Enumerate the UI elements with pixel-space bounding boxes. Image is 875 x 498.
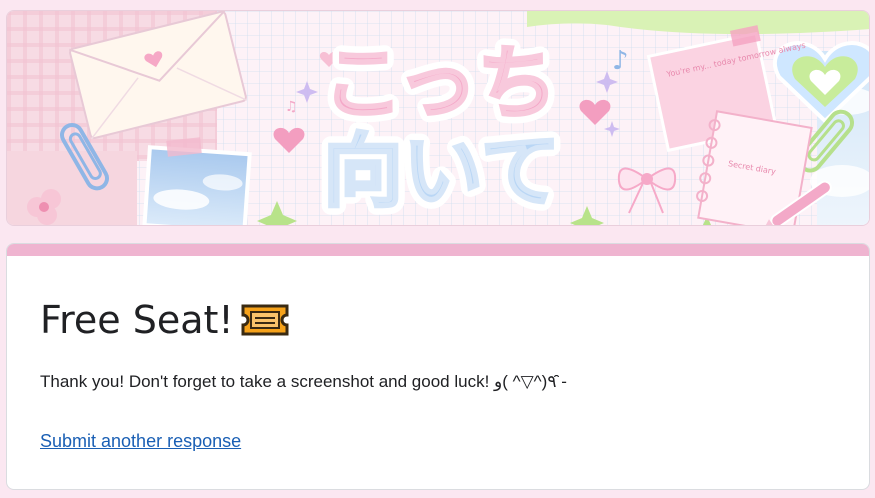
banner-title: こっち こっち 向いて 向いて	[315, 29, 569, 225]
confirmation-message: Thank you! Don't forget to take a screen…	[40, 372, 567, 391]
svg-text:こっち: こっち	[323, 37, 557, 130]
confirmation-card: Free Seat! Thank you! Don't forget to ta…	[6, 243, 870, 490]
svg-text:♫: ♫	[285, 99, 298, 115]
form-confirmation-page: You're my... today tomorrow always Secre…	[0, 0, 875, 498]
svg-text:♪: ♪	[612, 46, 629, 76]
sky-photo	[142, 145, 252, 225]
svg-text:向いて: 向いて	[323, 125, 561, 218]
header-banner: You're my... today tomorrow always Secre…	[6, 10, 870, 226]
page-title: Free Seat!	[40, 296, 290, 344]
ticket-icon	[240, 300, 290, 340]
submit-another-response-link[interactable]: Submit another response	[40, 431, 241, 452]
card-accent-bar	[7, 244, 869, 256]
title-text: Free Seat!	[40, 298, 234, 342]
